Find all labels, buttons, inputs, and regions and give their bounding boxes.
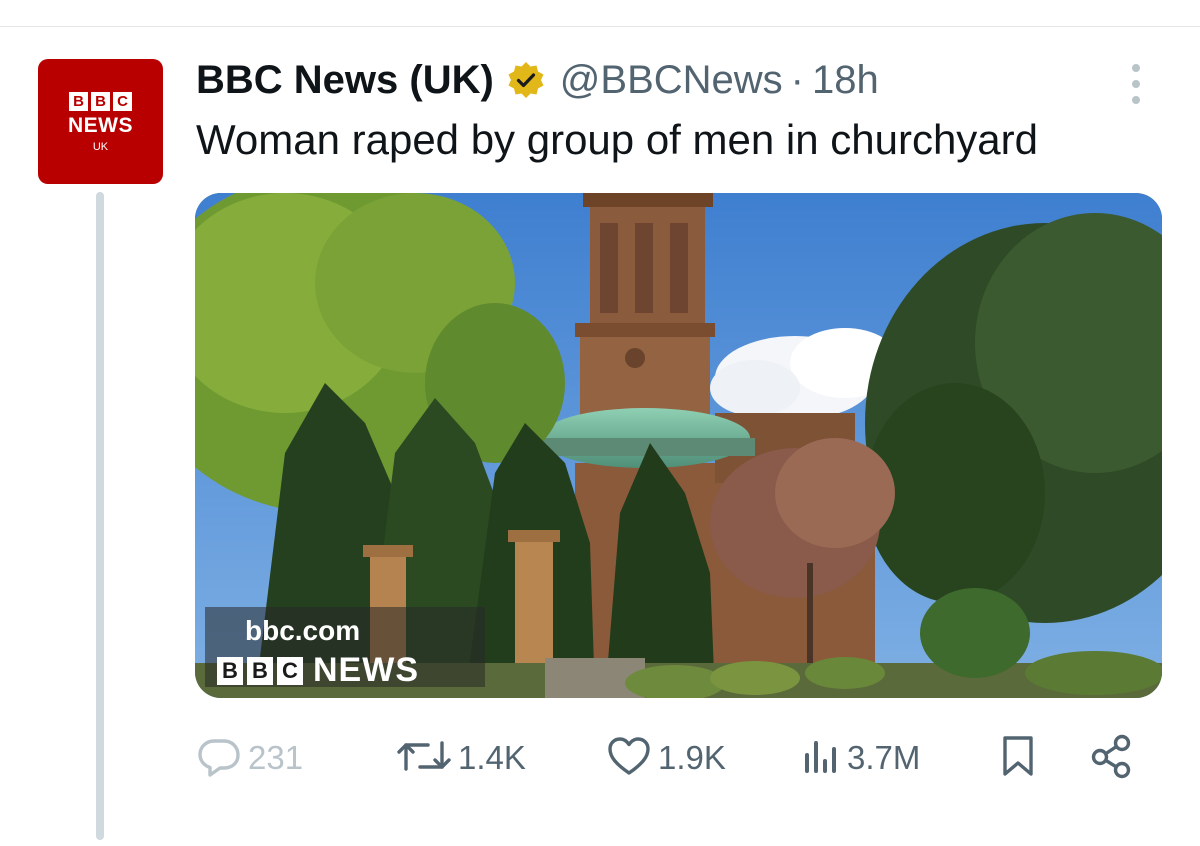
display-name[interactable]: BBC News (UK) [196,58,494,103]
tweet-media-image[interactable]: bbc.com B B C NEWS [195,193,1162,698]
verified-icon[interactable] [506,60,546,100]
like-icon [606,733,652,784]
bbc-block: B [69,92,88,111]
tweet-header: BBC News (UK) @BBCNews · 18h [196,54,879,106]
bbc-block: B [91,92,110,111]
handle[interactable]: @BBCNews [560,58,783,103]
watermark-block: C [277,656,303,685]
watermark-url: bbc.com [245,615,361,646]
repost-count: 1.4K [458,739,526,776]
bookmark-icon [998,733,1038,784]
reply-button[interactable]: 231 [196,730,303,786]
bbc-news-watermark: bbc.com B B C NEWS [205,607,485,690]
bookmark-button[interactable] [998,730,1038,786]
repost-icon [396,733,452,784]
bbc-block: C [113,92,132,111]
share-icon [1088,733,1136,784]
watermark-block: B [217,656,243,685]
timestamp[interactable]: 18h [812,58,879,103]
views-count: 3.7M [847,739,921,776]
watermark-logo: B B C NEWS [217,651,419,690]
avatar[interactable]: B B C NEWS UK [38,59,163,184]
tweet-actions-bar: 231 1.4K 1.9K 3.7M [196,730,1146,786]
share-button[interactable] [1088,730,1136,786]
reply-icon [196,733,242,784]
views-button[interactable]: 3.7M [801,730,920,786]
bbc-logo-blocks: B B C [69,92,132,111]
watermark-news: NEWS [313,651,419,689]
avatar-news-text: NEWS [68,114,133,137]
repost-button[interactable]: 1.4K [396,730,526,786]
like-button[interactable]: 1.9K [606,730,726,786]
watermark-block: B [247,656,273,685]
more-icon[interactable] [1124,64,1148,104]
top-divider [0,26,1200,27]
like-count: 1.9K [658,739,726,776]
separator-dot: · [790,57,804,102]
avatar-uk-text: UK [92,141,109,153]
thread-line [96,192,104,840]
views-icon [801,733,841,784]
reply-count: 231 [248,739,304,776]
tweet-text: Woman raped by group of men in churchyar… [196,116,1039,163]
